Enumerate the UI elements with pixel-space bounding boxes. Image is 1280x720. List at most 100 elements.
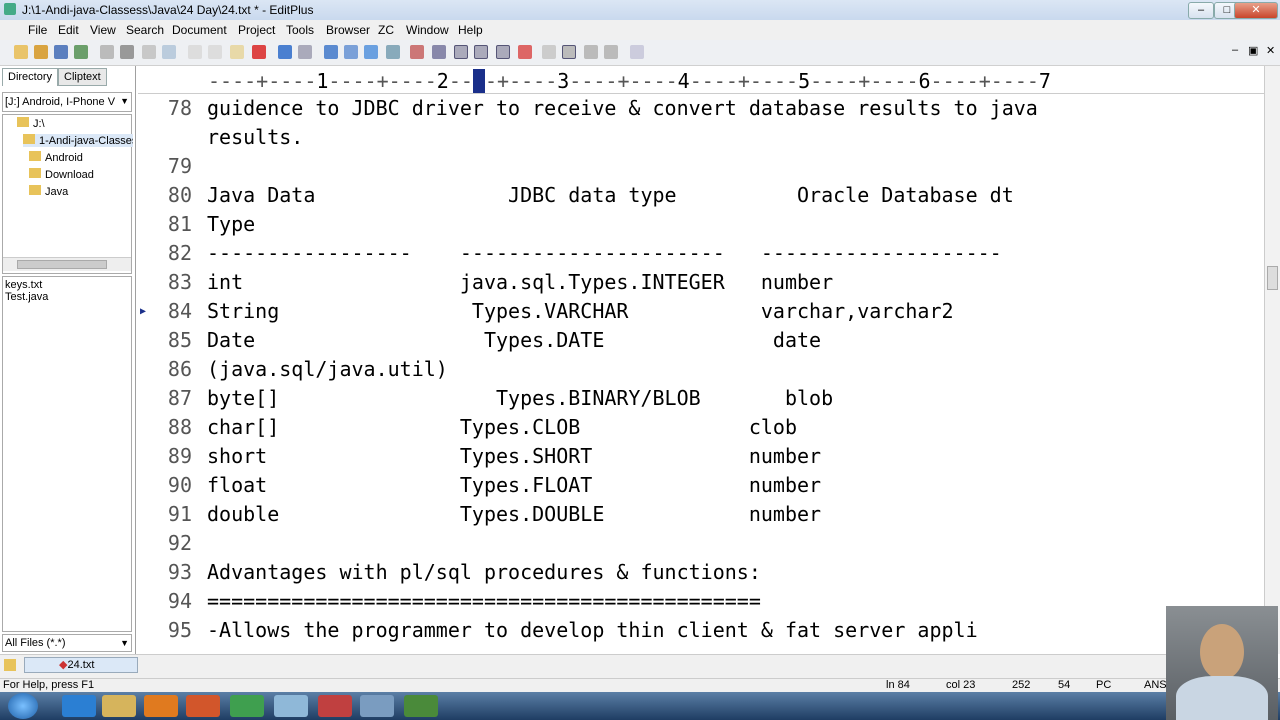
tree-item-classess[interactable]: 1-Andi-java-Classess: [23, 134, 133, 147]
ruler-icon[interactable]: [496, 45, 510, 59]
goto-icon[interactable]: [386, 45, 400, 59]
menu-project[interactable]: Project: [238, 23, 275, 37]
code-line[interactable]: char[] Types.CLOB clob: [207, 415, 797, 439]
spell-check-icon[interactable]: [142, 45, 156, 59]
menu-window[interactable]: Window: [406, 23, 449, 37]
window-title: J:\1-Andi-java-Classess\Java\24 Day\24.t…: [22, 3, 314, 17]
app-icon[interactable]: [404, 695, 438, 717]
check-icon[interactable]: [518, 45, 532, 59]
new-file-icon[interactable]: [14, 45, 28, 59]
menu-edit[interactable]: Edit: [58, 23, 79, 37]
text-editor[interactable]: 78 guidence to JDBC driver to receive & c…: [138, 94, 1264, 654]
menu-view[interactable]: View: [90, 23, 116, 37]
word-wrap-icon[interactable]: [454, 45, 468, 59]
menu-search[interactable]: Search: [126, 23, 164, 37]
drive-select[interactable]: [J:] Android, I-Phone V ▼: [2, 92, 132, 112]
explorer-icon[interactable]: [102, 695, 136, 717]
menu-tools[interactable]: Tools: [286, 23, 314, 37]
code-line[interactable]: String Types.VARCHAR varchar,varchar2: [207, 299, 954, 323]
ie-icon[interactable]: [62, 695, 96, 717]
undo-icon[interactable]: [278, 45, 292, 59]
code-line[interactable]: short Types.SHORT number: [207, 444, 821, 468]
presenter-body: [1176, 676, 1268, 720]
minimize-button[interactable]: –: [1188, 2, 1214, 19]
copy-icon[interactable]: [208, 45, 222, 59]
file-item[interactable]: keys.txt: [5, 279, 129, 291]
find-icon[interactable]: [324, 45, 338, 59]
font-icon[interactable]: [410, 45, 424, 59]
media-icon[interactable]: [144, 695, 178, 717]
code-line[interactable]: results.: [207, 125, 303, 149]
tab-directory[interactable]: Directory: [2, 68, 59, 86]
code-line[interactable]: ----------------- ----------------------…: [207, 241, 1002, 265]
code-line[interactable]: Type: [207, 212, 255, 236]
line-number: 81: [167, 212, 192, 236]
window-tile-icon[interactable]: [542, 45, 556, 59]
cut-icon[interactable]: [188, 45, 202, 59]
code-line[interactable]: (java.sql/java.util): [207, 357, 448, 381]
tree-hscrollbar[interactable]: [3, 257, 131, 271]
start-button[interactable]: [8, 693, 38, 719]
menu-document[interactable]: Document: [172, 23, 227, 37]
tree-item-java[interactable]: Java: [29, 185, 68, 198]
code-line[interactable]: ========================================…: [207, 589, 761, 613]
help-icon[interactable]: [630, 45, 644, 59]
file-list: keys.txt Test.java: [2, 276, 132, 632]
code-line[interactable]: int java.sql.Types.INTEGER number: [207, 270, 833, 294]
doc-restore-button[interactable]: ▣: [1248, 44, 1258, 57]
paste-icon[interactable]: [230, 45, 244, 59]
app-icon[interactable]: [318, 695, 352, 717]
tab-cliptext[interactable]: Cliptext: [58, 68, 107, 86]
doc-close-button[interactable]: ✕: [1266, 44, 1275, 57]
editplus-icon[interactable]: [274, 695, 308, 717]
scroll-thumb[interactable]: [17, 260, 107, 269]
vertical-scrollbar[interactable]: [1264, 66, 1280, 654]
code-line[interactable]: guidence to JDBC driver to receive & con…: [207, 96, 1038, 120]
code-line[interactable]: byte[] Types.BINARY/BLOB blob: [207, 386, 833, 410]
code-line[interactable]: double Types.DOUBLE number: [207, 502, 821, 526]
scroll-thumb[interactable]: [1267, 266, 1278, 290]
save-all-icon[interactable]: [74, 45, 88, 59]
directory-window-icon[interactable]: [562, 45, 576, 59]
folder-icon: [4, 659, 16, 671]
menu-browser[interactable]: Browser: [326, 23, 370, 37]
output-window-icon[interactable]: [584, 45, 598, 59]
status-count: 54: [1058, 679, 1071, 691]
filter-select[interactable]: All Files (*.*) ▼: [2, 634, 132, 652]
chrome-icon[interactable]: [230, 695, 264, 717]
find-in-files-icon[interactable]: [364, 45, 378, 59]
replace-icon[interactable]: [344, 45, 358, 59]
firefox-icon[interactable]: [186, 695, 220, 717]
line-number: 95: [167, 618, 192, 642]
close-button[interactable]: ✕: [1234, 2, 1278, 19]
code-line[interactable]: -Allows the programmer to develop thin c…: [207, 618, 978, 642]
tab-24-txt[interactable]: ◆24.txt: [24, 657, 138, 673]
code-line[interactable]: Date Types.DATE date: [207, 328, 821, 352]
redo-icon[interactable]: [298, 45, 312, 59]
toolbar: – ▣ ✕: [0, 40, 1280, 66]
save-icon[interactable]: [54, 45, 68, 59]
open-folder-icon[interactable]: [34, 45, 48, 59]
ruler-num: 7: [1038, 69, 1051, 93]
doc-minimize-button[interactable]: –: [1232, 44, 1238, 56]
tree-item-download[interactable]: Download: [29, 168, 94, 181]
hex-icon[interactable]: [432, 45, 446, 59]
code-line[interactable]: float Types.FLOAT number: [207, 473, 821, 497]
line-number-icon[interactable]: [474, 45, 488, 59]
app-icon[interactable]: [360, 695, 394, 717]
code-line[interactable]: Advantages with pl/sql procedures & func…: [207, 560, 761, 584]
file-item[interactable]: Test.java: [5, 291, 129, 303]
browser-icon[interactable]: [162, 45, 176, 59]
menu-help[interactable]: Help: [458, 23, 483, 37]
menu-file[interactable]: File: [28, 23, 47, 37]
tree-item-root[interactable]: J:\: [17, 117, 45, 130]
print-preview-icon[interactable]: [100, 45, 114, 59]
code-line[interactable]: Java Data JDBC data type Oracle Database…: [207, 183, 1014, 207]
print-icon[interactable]: [120, 45, 134, 59]
line-number: 87: [167, 386, 192, 410]
menu-zc[interactable]: ZC: [378, 23, 394, 37]
drive-select-value: [J:] Android, I-Phone V: [5, 96, 116, 108]
tree-item-android[interactable]: Android: [29, 151, 83, 164]
delete-icon[interactable]: [252, 45, 266, 59]
fullscreen-icon[interactable]: [604, 45, 618, 59]
